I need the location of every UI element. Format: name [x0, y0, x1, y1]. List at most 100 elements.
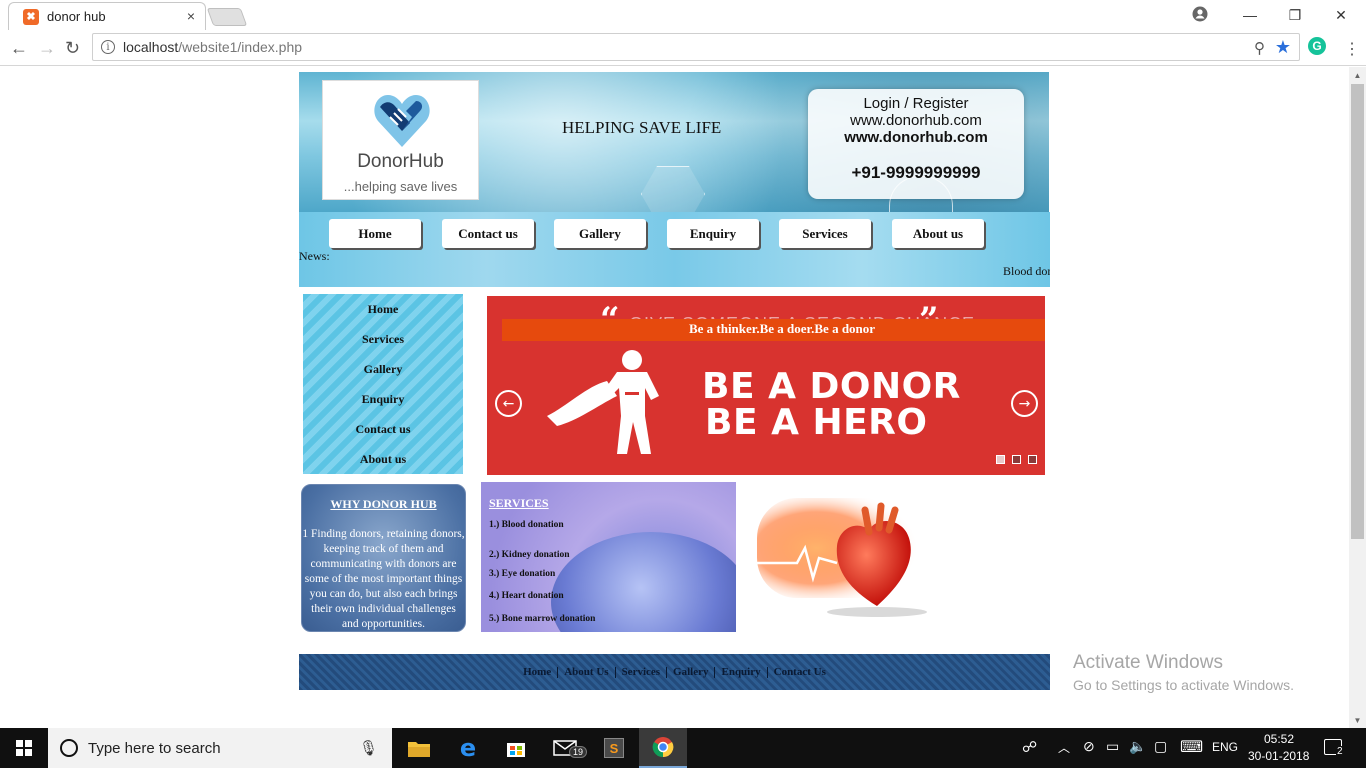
back-arrow-icon[interactable]: ←	[10, 38, 28, 59]
nav-gallery[interactable]: Gallery	[554, 219, 646, 248]
website-url: www.donorhub.com	[850, 112, 982, 129]
browser-toolbar: ← → ↻ i localhost/website1/index.php ⚲ ★…	[0, 30, 1366, 66]
display-icon[interactable]: ▢	[1154, 738, 1167, 755]
profile-icon[interactable]	[1192, 6, 1208, 22]
mail-badge: 19	[569, 746, 588, 758]
scroll-down-arrow-icon[interactable]: ▼	[1349, 712, 1366, 728]
keyboard-icon[interactable]: ⌨	[1180, 737, 1203, 757]
nav-home[interactable]: Home	[329, 219, 421, 248]
why-donor-hub-box: WHY DONOR HUB 1 Finding donors, retainin…	[301, 484, 466, 632]
slider-dot-2[interactable]	[1012, 455, 1021, 464]
url-text: localhost/website1/index.php	[123, 39, 302, 55]
file-explorer-taskbar-icon[interactable]	[395, 728, 443, 768]
side-menu: Home Services Gallery Enquiry Contact us…	[303, 294, 463, 474]
taskbar-search[interactable]: Type here to search 🎙	[48, 728, 392, 768]
browser-tab[interactable]: ✖ donor hub ×	[8, 2, 206, 30]
clock-date[interactable]: 30-01-2018	[1248, 749, 1309, 763]
side-menu-services[interactable]: Services	[303, 332, 463, 347]
footer-link-about-us[interactable]: About Us	[558, 666, 616, 678]
activate-windows-subtitle: Go to Settings to activate Windows.	[1073, 677, 1294, 693]
maximize-button[interactable]: ❐	[1272, 4, 1318, 26]
slide-caption: Be a thinker.Be a doer.Be a donor	[688, 321, 876, 336]
edge-taskbar-icon[interactable]: e	[444, 728, 492, 768]
header-tagline: HELPING SAVE LIFE	[562, 118, 722, 137]
scroll-thumb[interactable]	[1351, 84, 1364, 539]
url-path: /website1/index.php	[178, 39, 303, 55]
grammarly-extension-icon[interactable]: G	[1308, 37, 1326, 55]
close-window-button[interactable]: ✕	[1318, 4, 1364, 26]
volume-icon[interactable]: 🔈	[1129, 738, 1146, 755]
why-text: 1 Finding donors, retaining donors, keep…	[302, 528, 465, 630]
logo-name: DonorHub	[357, 151, 444, 172]
hero-line-2: BE A HERO	[705, 402, 928, 443]
cortana-icon	[60, 739, 78, 757]
slider-dot-3[interactable]	[1028, 455, 1037, 464]
login-register-link[interactable]: Login / Register	[808, 95, 1024, 112]
site-logo[interactable]: DonorHub ...helping save lives	[322, 80, 479, 200]
info-icon[interactable]: i	[101, 40, 115, 54]
slider-dot-1[interactable]	[996, 455, 1005, 464]
nav-services[interactable]: Services	[779, 219, 871, 248]
logo-tagline: ...helping save lives	[343, 179, 458, 194]
service-bone-marrow-donation: 5.) Bone marrow donation	[489, 614, 596, 624]
taskbar-search-placeholder: Type here to search	[88, 739, 221, 757]
network-icon[interactable]: ⊘	[1083, 738, 1095, 755]
footer-link-gallery[interactable]: Gallery	[667, 666, 716, 678]
footer-link-enquiry[interactable]: Enquiry	[715, 666, 768, 678]
news-label: News:	[299, 249, 330, 263]
browser-tabstrip: ✖ donor hub × — ❐ ✕	[0, 0, 1366, 30]
nav-about-us[interactable]: About us	[892, 219, 984, 248]
language-indicator[interactable]: ENG	[1212, 740, 1238, 754]
why-title[interactable]: WHY DONOR HUB	[302, 497, 465, 512]
nav-enquiry[interactable]: Enquiry	[667, 219, 759, 248]
side-menu-about-us[interactable]: About us	[303, 452, 463, 467]
address-bar[interactable]: i localhost/website1/index.php ⚲ ★	[92, 33, 1300, 61]
slider-prev-button[interactable]: ←	[495, 390, 522, 417]
tray-overflow-icon[interactable]: ︿	[1058, 739, 1070, 756]
footer-link-home[interactable]: Home	[517, 666, 559, 678]
reload-icon[interactable]: ↻	[65, 38, 80, 59]
decorative-hexagon	[641, 166, 705, 212]
page-scrollbar[interactable]: ▲ ▼	[1349, 67, 1366, 728]
mail-taskbar-icon[interactable]: 19	[541, 728, 589, 768]
forward-arrow-icon[interactable]: →	[38, 38, 56, 59]
news-ticker[interactable]: Blood donation	[1003, 264, 1050, 279]
windows-logo-icon	[16, 740, 32, 756]
people-icon[interactable]: ☍	[1022, 738, 1037, 756]
side-menu-gallery[interactable]: Gallery	[303, 362, 463, 377]
contact-box: Login / Register www.donorhub.com www.do…	[808, 89, 1024, 199]
battery-icon[interactable]: ▭	[1106, 738, 1119, 755]
footer-link-contact-us[interactable]: Contact Us	[768, 666, 832, 678]
handshake-heart-logo-icon	[374, 95, 430, 147]
clock-time[interactable]: 05:52	[1264, 732, 1294, 746]
tab-title: donor hub	[47, 9, 106, 24]
side-menu-enquiry[interactable]: Enquiry	[303, 392, 463, 407]
services-box: SERVICES 1.) Blood donation 2.) Kidney d…	[481, 482, 736, 632]
zoom-icon[interactable]: ⚲	[1254, 39, 1265, 57]
services-title[interactable]: SERVICES	[489, 496, 549, 511]
service-kidney-donation: 2.) Kidney donation	[489, 550, 570, 560]
service-blood-donation: 1.) Blood donation	[489, 520, 564, 530]
bookmark-star-icon[interactable]: ★	[1275, 37, 1291, 58]
notification-count: 2	[1336, 746, 1344, 757]
heart-illustration-icon	[757, 498, 927, 617]
url-host: localhost	[123, 39, 179, 55]
microphone-icon[interactable]: 🎙	[359, 739, 378, 757]
new-tab-button[interactable]	[206, 8, 248, 26]
xampp-favicon-icon: ✖	[23, 8, 39, 25]
website-url-bold: www.donorhub.com	[844, 129, 988, 146]
nav-contact-us[interactable]: Contact us	[442, 219, 534, 248]
tab-close-icon[interactable]: ×	[187, 8, 195, 24]
scroll-up-arrow-icon[interactable]: ▲	[1349, 67, 1366, 83]
footer-link-services[interactable]: Services	[616, 666, 668, 678]
browser-menu-icon[interactable]: ⋮	[1344, 39, 1360, 59]
chrome-taskbar-icon[interactable]	[639, 728, 687, 768]
side-menu-contact-us[interactable]: Contact us	[303, 422, 463, 437]
sublime-taskbar-icon[interactable]: S	[590, 728, 638, 768]
top-navbar: Home Contact us Gallery Enquiry Services…	[299, 212, 1050, 287]
store-taskbar-icon[interactable]	[492, 728, 540, 768]
start-button[interactable]	[0, 728, 48, 768]
minimize-button[interactable]: —	[1227, 4, 1273, 26]
side-menu-home[interactable]: Home	[303, 302, 463, 317]
slider-next-button[interactable]: →	[1011, 390, 1038, 417]
